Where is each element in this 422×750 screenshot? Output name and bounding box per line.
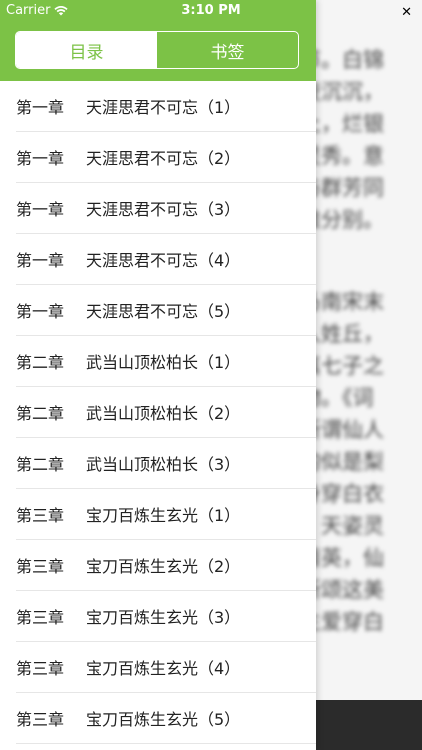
reader-line: 与群芳同 bbox=[300, 176, 384, 200]
toc-chapter-number: 第二章 bbox=[16, 353, 65, 372]
toc-chapter-number: 第二章 bbox=[16, 455, 65, 474]
toc-list: 第一章 天涯思君不可忘（1） 第一章 天涯思君不可忘（2） 第一章 天涯思君不可忘（3）第… bbox=[0, 81, 316, 750]
toc-chapter-title: 宝刀百炼生玄光（5） bbox=[86, 710, 241, 729]
tab-contents[interactable]: 目录 bbox=[16, 32, 157, 68]
reader-line: 真七子之 bbox=[300, 354, 384, 378]
reader-text: 节。白锦夜沉沉， 上，烂银灵秀。意与群芳同难分别。乃南宋末人姓丘， 真七子之物。《词… bbox=[300, 44, 422, 638]
toc-item[interactable]: 第二章 武当山顶松柏长（1） bbox=[16, 336, 316, 387]
toc-chapter-title: 宝刀百炼生玄光（2） bbox=[86, 557, 241, 576]
toc-item[interactable]: 第三章 宝刀百炼生玄光（3） bbox=[16, 591, 316, 642]
tab-segmented-control: 目录 书签 bbox=[15, 31, 299, 69]
toc-chapter-number: 第三章 bbox=[16, 608, 65, 627]
toc-chapter-number: 第三章 bbox=[16, 710, 65, 729]
status-time: 3:10 PM bbox=[181, 3, 241, 18]
reader-line: 灵秀。意 bbox=[300, 144, 384, 168]
reader-line: 所颂这美 bbox=[300, 578, 384, 602]
reader-line: 所谓仙人 bbox=[300, 418, 384, 442]
reader-line: 难分别。 bbox=[300, 208, 384, 232]
reader-line: 身穿白衣 bbox=[300, 482, 384, 506]
toc-chapter-number: 第一章 bbox=[16, 98, 65, 117]
toc-chapter-title: 天涯思君不可忘（3） bbox=[86, 200, 241, 219]
toc-chapter-title: 武当山顶松柏长（3） bbox=[86, 455, 241, 474]
toc-item[interactable]: 第一章 天涯思君不可忘（5） bbox=[16, 285, 316, 336]
toc-chapter-number: 第三章 bbox=[16, 506, 65, 525]
toc-item[interactable]: 第三章 宝刀百炼生玄光（4） bbox=[16, 642, 316, 693]
reader-line: ，天姿灵 bbox=[300, 514, 384, 538]
reader-line: 夜沉沉， bbox=[300, 80, 384, 104]
reader-line: 清英，仙 bbox=[300, 546, 384, 570]
toc-chapter-title: 天涯思君不可忘（5） bbox=[86, 302, 241, 321]
toc-chapter-title: 天涯思君不可忘（1） bbox=[86, 98, 241, 117]
tab-bookmarks[interactable]: 书签 bbox=[157, 32, 298, 68]
toc-chapter-number: 第三章 bbox=[16, 659, 65, 678]
reader-footer-bar bbox=[300, 700, 422, 750]
reader-line: 上，烂银 bbox=[300, 112, 384, 136]
reader-line: 的似是梨 bbox=[300, 450, 384, 474]
toc-chapter-number: 第一章 bbox=[16, 251, 65, 270]
reader-line: 生爱穿白 bbox=[300, 610, 384, 634]
toc-chapter-number: 第一章 bbox=[16, 200, 65, 219]
toc-item[interactable]: 第三章 宝刀百炼生玄光（1） bbox=[16, 489, 316, 540]
toc-chapter-number: 第一章 bbox=[16, 149, 65, 168]
toc-chapter-title: 宝刀百炼生玄光（4） bbox=[86, 659, 241, 678]
reader-line: 乃南宋末 bbox=[300, 290, 384, 314]
toc-item[interactable]: 第三章 宝刀百炼生玄光（2） bbox=[16, 540, 316, 591]
toc-item[interactable]: 第一章 天涯思君不可忘（3） bbox=[16, 183, 316, 234]
toc-item[interactable]: 第一章 天涯思君不可忘（4） bbox=[16, 234, 316, 285]
toc-chapter-title: 武当山顶松柏长（2） bbox=[86, 404, 241, 423]
toc-drawer: 目录 书签 第一章 天涯思君不可忘（1） 第一章 天涯思君不可忘（2） 第一章 天涯思君不… bbox=[0, 0, 316, 750]
toc-item[interactable]: 第一章 天涯思君不可忘（2） bbox=[16, 132, 316, 183]
toc-chapter-title: 宝刀百炼生玄光（1） bbox=[86, 506, 241, 525]
toc-chapter-title: 天涯思君不可忘（2） bbox=[86, 149, 241, 168]
toc-chapter-number: 第一章 bbox=[16, 302, 65, 321]
toc-item[interactable]: 第二章 武当山顶松柏长（3） bbox=[16, 438, 316, 489]
toc-chapter-title: 宝刀百炼生玄光（3） bbox=[86, 608, 241, 627]
reader-line: 节。白锦 bbox=[300, 48, 384, 72]
reader-line: 人姓丘， bbox=[300, 322, 384, 346]
toc-chapter-title: 武当山顶松柏长（1） bbox=[86, 353, 241, 372]
toc-item[interactable]: 第二章 武当山顶松柏长（2） bbox=[16, 387, 316, 438]
status-bar: Carrier 3:10 PM bbox=[0, 0, 422, 22]
toc-item[interactable]: 第一章 天涯思君不可忘（1） bbox=[16, 81, 316, 132]
toc-chapter-title: 天涯思君不可忘（4） bbox=[86, 251, 241, 270]
toc-chapter-number: 第三章 bbox=[16, 557, 65, 576]
toc-item[interactable]: 第三章 宝刀百炼生玄光（5） bbox=[16, 693, 316, 744]
toc-chapter-number: 第二章 bbox=[16, 404, 65, 423]
reader-line: 物。《词 bbox=[300, 386, 374, 410]
